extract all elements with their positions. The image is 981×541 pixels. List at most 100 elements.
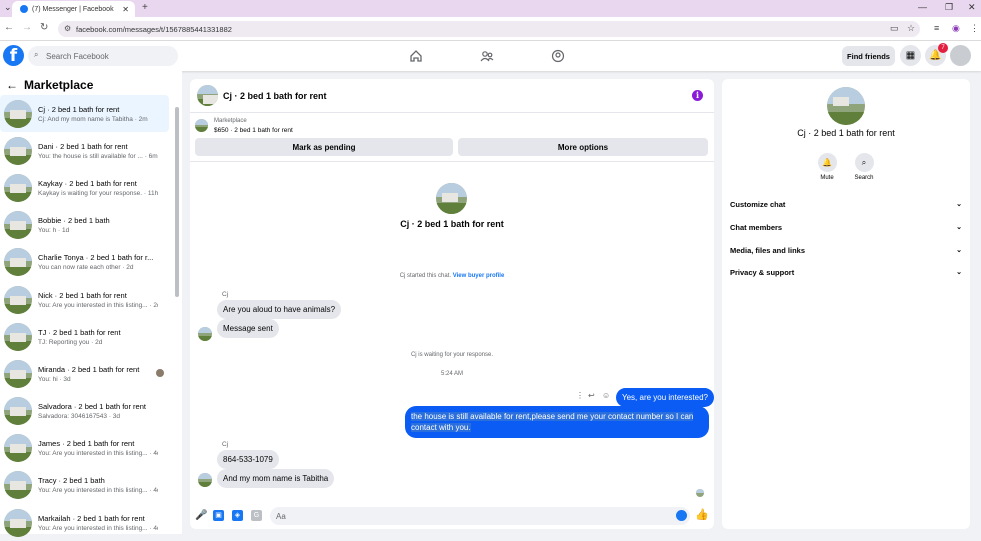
conversation-item[interactable]: Kaykay · 2 bed 1 bath for rent Kaykay is …: [0, 169, 172, 206]
conversation-title: Tracy · 2 bed 1 bath: [38, 476, 105, 486]
conversation-item[interactable]: Miranda · 2 bed 1 bath for rent You: hi ·…: [0, 355, 172, 392]
conversation-text: Miranda · 2 bed 1 bath for rent You: hi ·…: [38, 365, 158, 383]
conversation-text: Bobbie · 2 bed 1 bath You: h · 1d: [38, 216, 158, 234]
media-control-icon[interactable]: ≡: [934, 23, 939, 33]
back-arrow-icon[interactable]: ←: [6, 78, 18, 92]
chat-members-option[interactable]: Chat members ⌄: [730, 220, 962, 234]
sticker-icon[interactable]: ◈: [232, 510, 243, 521]
maximize-icon[interactable]: ❐: [945, 2, 953, 13]
find-friends-button[interactable]: Find friends: [842, 46, 895, 66]
mark-as-pending-button[interactable]: Mark as pending: [195, 138, 453, 156]
browser-tab[interactable]: (7) Messenger | Facebook ✕: [12, 1, 135, 17]
menu-grid-icon[interactable]: ▦: [900, 45, 921, 66]
option-label: Privacy & support: [730, 267, 795, 277]
conversation-snippet: Salvadora: 3046167543 · 3d: [38, 413, 121, 421]
photo-icon[interactable]: ▣: [213, 510, 224, 521]
chat-title[interactable]: Cj · 2 bed 1 bath for rent: [223, 91, 327, 101]
conversation-item[interactable]: Nick · 2 bed 1 bath for rent You: Are you…: [0, 281, 172, 318]
more-actions-icon[interactable]: ⋮: [576, 391, 584, 400]
tab-search-icon[interactable]: ⌄: [4, 2, 12, 13]
incoming-message[interactable]: Are you aloud to have animals?: [217, 300, 342, 319]
conversation-list: Cj · 2 bed 1 bath for rent Cj: And my mom…: [0, 95, 172, 541]
chat-avatar[interactable]: [197, 85, 218, 106]
forward-icon[interactable]: →: [22, 22, 32, 33]
minimize-icon[interactable]: —: [918, 2, 927, 12]
search-in-chat-button[interactable]: ⌕ Search: [849, 153, 879, 181]
like-thumb-icon[interactable]: 👍: [695, 508, 709, 521]
conversation-title: Bobbie · 2 bed 1 bath: [38, 216, 110, 226]
view-buyer-profile-link[interactable]: View buyer profile: [453, 273, 505, 279]
incoming-message[interactable]: 864-533-1079: [217, 450, 279, 469]
conversation-item[interactable]: Markailah · 2 bed 1 bath for rent You: Ar…: [0, 504, 172, 541]
details-avatar[interactable]: [827, 87, 865, 125]
profile-icon[interactable]: ◉: [952, 23, 960, 34]
privacy-support-option[interactable]: Privacy & support ⌄: [730, 265, 962, 279]
gif-icon[interactable]: G: [251, 510, 262, 521]
conversation-item[interactable]: Tracy · 2 bed 1 bath You: Are you interes…: [0, 467, 172, 504]
incoming-message[interactable]: Message sent: [217, 319, 279, 338]
reload-icon[interactable]: ↻: [40, 22, 48, 33]
conversation-text: Cj · 2 bed 1 bath for rent Cj: And my mom…: [38, 105, 158, 123]
address-bar[interactable]: ⚙ facebook.com/messages/t/15678854413318…: [58, 21, 920, 37]
home-icon[interactable]: [409, 49, 423, 63]
marketplace-label: Marketplace: [214, 118, 247, 124]
message-input[interactable]: Aa: [270, 507, 690, 525]
cast-icon[interactable]: ▭: [890, 23, 899, 34]
listing-banner[interactable]: Marketplace $650 · 2 bed 1 bath for rent: [195, 117, 709, 137]
conversation-text: Tracy · 2 bed 1 bath You: Are you interes…: [38, 476, 158, 494]
conversation-item[interactable]: TJ · 2 bed 1 bath for rent TJ: Reporting …: [0, 318, 172, 355]
conversation-text: Salvadora · 2 bed 1 bath for rent Salvado…: [38, 402, 158, 420]
react-emoji-icon[interactable]: ☺: [602, 391, 610, 400]
option-label: Customize chat: [730, 199, 786, 209]
conversation-item[interactable]: Dani · 2 bed 1 bath for rent You: the hou…: [0, 132, 172, 169]
conversation-title: Nick · 2 bed 1 bath for rent: [38, 290, 127, 300]
pane-title: Marketplace: [24, 78, 94, 92]
browser-menu-icon[interactable]: ⋮: [970, 23, 979, 34]
chat-profile-avatar[interactable]: [436, 183, 467, 214]
account-avatar[interactable]: [950, 45, 971, 66]
friends-icon[interactable]: [480, 49, 494, 63]
conversation-title: Dani · 2 bed 1 bath for rent: [38, 141, 128, 151]
listing-thumbnail: [195, 119, 208, 132]
facebook-search-input[interactable]: ⌕ Search Facebook: [28, 46, 178, 66]
mute-button[interactable]: 🔔 Mute: [812, 153, 842, 181]
outgoing-message[interactable]: Yes, are you interested?: [616, 388, 714, 407]
close-tab-icon[interactable]: ✕: [122, 5, 129, 14]
site-info-icon[interactable]: ⚙: [64, 24, 71, 33]
media-files-links-option[interactable]: Media, files and links ⌄: [730, 243, 962, 257]
conversation-snippet: You: Are you interested in this listing.…: [38, 450, 158, 458]
sender-avatar[interactable]: [198, 473, 212, 487]
conversation-text: Markailah · 2 bed 1 bath for rent You: Ar…: [38, 514, 158, 532]
chevron-down-icon: ⌄: [956, 201, 962, 208]
more-options-button[interactable]: More options: [458, 138, 708, 156]
conversation-item[interactable]: James · 2 bed 1 bath for rent You: Are yo…: [0, 430, 172, 467]
search-icon: ⌕: [34, 50, 39, 59]
composer: 🎤 ▣ ◈ G Aa 👍: [190, 504, 714, 529]
conversation-item[interactable]: Charlie Tonya · 2 bed 1 bath for r... You…: [0, 244, 172, 281]
outgoing-message[interactable]: the house is still available for rent,pl…: [405, 406, 709, 438]
microphone-icon[interactable]: 🎤: [195, 510, 207, 521]
info-icon[interactable]: i: [692, 90, 703, 101]
sender-avatar[interactable]: [198, 327, 212, 341]
reply-icon[interactable]: ↩: [588, 391, 595, 400]
bookmark-star-icon[interactable]: ☆: [907, 23, 915, 34]
conversation-title: TJ · 2 bed 1 bath for rent: [38, 327, 121, 337]
conversation-avatar: [4, 397, 32, 426]
facebook-logo-icon[interactable]: f: [3, 45, 24, 66]
back-icon[interactable]: ←: [4, 22, 14, 33]
conversation-snippet: You: Are you interested in this listing.…: [38, 301, 158, 309]
close-window-icon[interactable]: ✕: [968, 2, 976, 13]
bell-icon: 🔔: [817, 153, 837, 172]
emoji-icon[interactable]: [676, 510, 687, 521]
new-tab-icon[interactable]: +: [142, 2, 148, 13]
scrollbar[interactable]: [175, 107, 179, 297]
conversation-item[interactable]: Salvadora · 2 bed 1 bath for rent Salvado…: [0, 393, 172, 430]
chat-pane: Cj · 2 bed 1 bath for rent i Marketplace…: [190, 79, 714, 529]
chat-details-pane: Cj · 2 bed 1 bath for rent 🔔 Mute ⌕ Sear…: [722, 79, 970, 529]
conversation-item[interactable]: Cj · 2 bed 1 bath for rent Cj: And my mom…: [0, 95, 169, 133]
customize-chat-option[interactable]: Customize chat ⌄: [730, 197, 962, 211]
conversation-item[interactable]: Bobbie · 2 bed 1 bath You: h · 1d: [0, 207, 172, 244]
incoming-message[interactable]: And my mom name is Tabitha: [217, 469, 335, 488]
started-text: Cj started this chat.: [399, 273, 452, 279]
groups-icon[interactable]: [551, 49, 565, 63]
